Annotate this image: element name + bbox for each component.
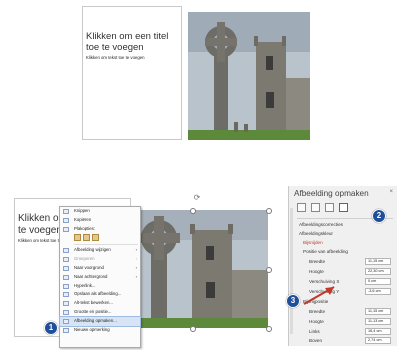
context-menu: Knippen Kopiëren Plakopties: Afbeelding … [59,206,141,348]
slide-thumbnail-top[interactable]: Klikken om een titel toe te voegen Klikk… [82,6,182,140]
crop-left-input[interactable]: 16,4 cm [365,328,391,335]
menu-item-label: Naar voorgrond [74,264,104,270]
picture-icon [63,248,69,254]
callout-2: 2 [372,209,386,223]
field-label: Hoogte [309,269,324,274]
menu-item-save-as-picture[interactable]: Opslaan als afbeelding... [60,290,140,299]
resize-handle[interactable] [190,326,196,332]
paste-icon [63,226,69,232]
resize-handle[interactable] [190,208,196,214]
alt-text-icon [63,301,69,307]
size-properties-tab-icon[interactable] [325,203,334,212]
menu-item-group[interactable]: Groeperen › [60,255,140,264]
picture-tab-icon[interactable] [339,203,348,212]
resize-handle[interactable] [266,208,272,214]
menu-item-edit-alt-text[interactable]: Alt-tekst bewerken... [60,299,140,308]
rotate-handle-icon[interactable]: ⟳ [193,194,201,202]
menu-item-change-picture[interactable]: Afbeelding wijzigen › [60,246,140,255]
picture-position-heading: Positie van afbeelding [303,249,348,254]
resize-handle[interactable] [266,326,272,332]
callout-3: 3 [286,294,300,308]
section-picture-corrections[interactable]: Afbeeldingscorrecties [299,222,343,227]
text-placeholder[interactable]: Klikken om tekst toe te voegen [86,55,178,60]
save-image-icon [63,292,69,298]
picture-height-input[interactable]: 22,30 cm [365,268,391,275]
field-label: Links [309,329,320,334]
resize-handle[interactable] [266,267,272,273]
menu-item-hyperlink[interactable]: Hyperlink... [60,282,140,291]
menu-item-label: Kopiëren [74,216,92,222]
menu-item-label: Afbeelding opmaken... [74,317,117,323]
picture-width-input[interactable]: 11,15 cm [365,258,391,265]
field-label: Boven [309,338,323,343]
pane-scrollbar[interactable] [290,208,293,334]
crop-top-input[interactable]: 2,74 cm [365,337,391,344]
close-icon[interactable]: × [389,189,393,195]
menu-item-label: Knippen [74,208,90,213]
crop-width-input[interactable]: 11,15 cm [365,308,391,315]
chevron-right-icon: › [135,256,137,262]
menu-item-label: Hyperlink... [74,282,96,288]
section-crop[interactable]: Bijsnijden [303,240,323,245]
menu-item-label: Nieuwe opmerking [74,326,110,332]
menu-item-send-backward[interactable]: Naar achtergrond › [60,273,140,282]
chevron-right-icon: › [135,264,137,270]
menu-item-bring-forward[interactable]: Naar voorgrond › [60,264,140,273]
menu-item-label: Afbeelding wijzigen [74,247,111,253]
title-placeholder[interactable]: Klikken om een titel toe te voegen [86,31,178,53]
menu-item-copy[interactable]: Kopiëren [60,216,140,225]
link-icon [63,283,69,289]
field-label: Hoogte [309,319,324,324]
paste-options-row [60,233,140,243]
bring-forward-icon [63,265,69,271]
menu-item-label: Opslaan als afbeelding... [74,291,122,297]
paste-text-only-icon[interactable] [92,234,100,242]
scissors-icon [63,209,69,214]
chevron-right-icon: › [135,247,137,253]
effects-tab-icon[interactable] [311,203,320,212]
pane-title: Afbeelding opmaken [294,189,369,198]
paste-keep-formatting-icon[interactable] [74,234,81,242]
callout-1: 1 [44,321,58,335]
menu-divider [74,244,138,246]
paste-picture-icon[interactable] [83,234,91,242]
copy-icon [63,217,69,223]
church-photo-top[interactable] [188,12,310,140]
send-backward-icon [63,274,69,280]
menu-item-label: Grootte en positie... [74,308,112,314]
menu-item-format-picture[interactable]: Afbeelding opmaken... [59,315,141,327]
menu-item-label: Naar achtergrond [74,273,108,279]
format-picture-icon [63,318,69,324]
menu-item-cut[interactable]: Knippen [60,207,140,216]
menu-item-label: Plakopties: [74,225,96,231]
menu-item-label: Groeperen [74,256,95,262]
menu-item-paste-options: Plakopties: [60,225,140,234]
crop-height-input[interactable]: 11,13 cm [365,318,391,325]
comment-icon [63,327,69,333]
offset-x-input[interactable]: 0 cm [365,278,391,285]
chevron-right-icon: › [135,273,137,279]
offset-y-input[interactable]: -3,6 cm [365,288,391,295]
group-icon [63,257,69,263]
fill-line-tab-icon[interactable] [297,203,306,212]
section-picture-color[interactable]: Afbeeldingskleur [299,231,333,236]
menu-item-size-position[interactable]: Grootte en positie... [60,308,140,317]
menu-item-label: Alt-tekst bewerken... [74,300,113,306]
pane-tab-bar [297,203,357,215]
menu-item-new-comment[interactable]: Nieuwe opmerking [60,326,140,335]
field-label: Breedte [309,259,326,264]
size-position-icon [63,309,69,315]
annotation-arrow-icon [303,286,335,305]
field-label: Breedte [309,309,326,314]
